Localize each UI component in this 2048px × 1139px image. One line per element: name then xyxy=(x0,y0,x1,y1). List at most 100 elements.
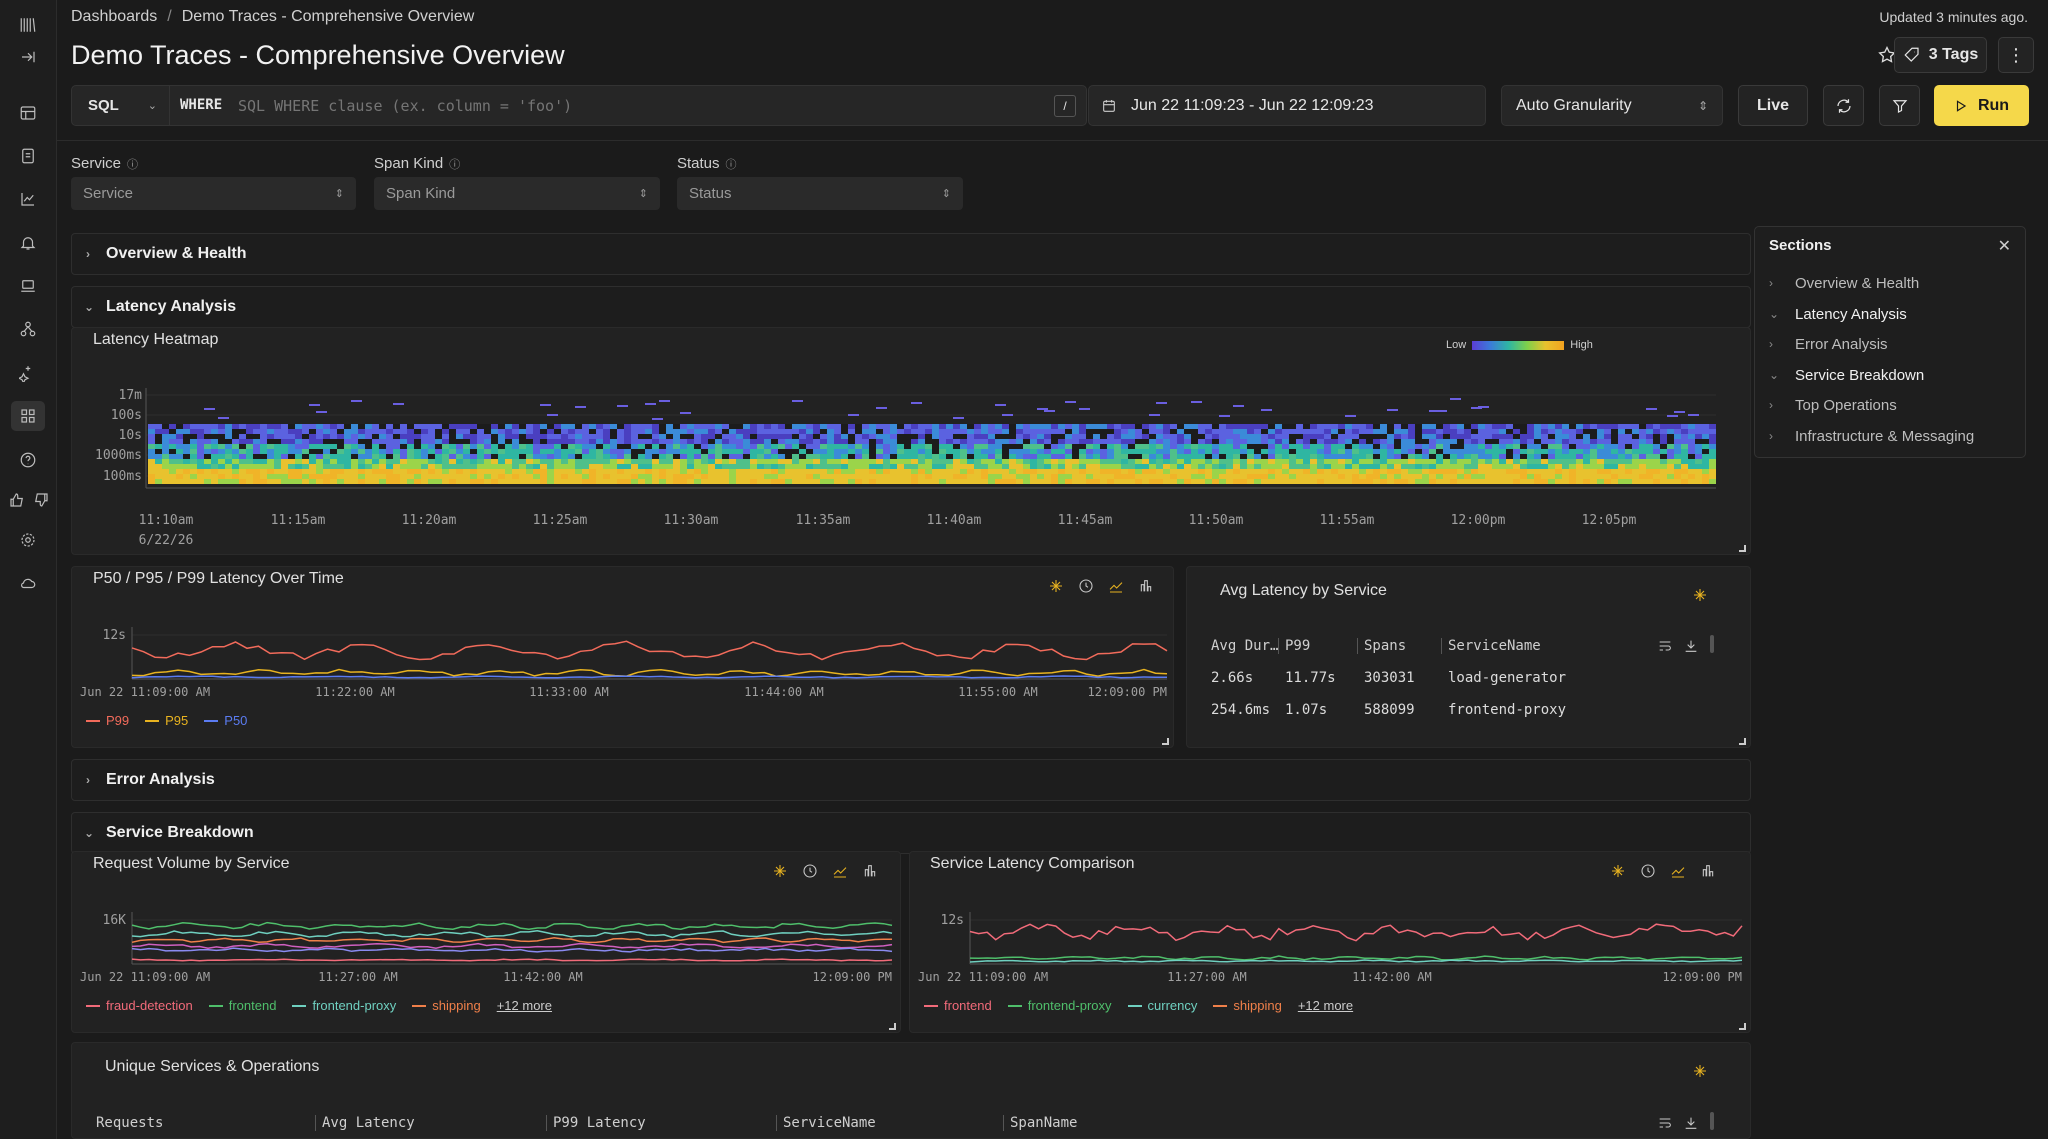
span-kind-filter-select[interactable]: Span Kind ⇕ xyxy=(374,177,660,210)
legend-item[interactable]: shipping xyxy=(412,998,481,1013)
heatmap-cell xyxy=(225,454,232,459)
legend-item[interactable]: P50 xyxy=(204,713,247,728)
legend-item[interactable]: frontend xyxy=(208,998,276,1013)
section-service-breakdown[interactable]: ⌄ Service Breakdown xyxy=(71,812,1751,854)
column-header[interactable]: Spans xyxy=(1357,638,1406,654)
help-icon[interactable] xyxy=(17,449,39,471)
bell-icon[interactable] xyxy=(17,232,39,254)
heatmap-cell xyxy=(1618,459,1625,464)
heatmap-cell xyxy=(1079,429,1086,434)
heatmap-cell xyxy=(505,479,512,484)
legend-item[interactable]: frontend-proxy xyxy=(1007,998,1112,1013)
legend-item[interactable]: fraud-detection xyxy=(86,998,193,1013)
tags-button[interactable]: 3 Tags xyxy=(1894,37,1987,73)
heatmap-cell xyxy=(1198,434,1205,439)
section-latency-analysis[interactable]: ⌄ Latency Analysis xyxy=(71,286,1751,328)
resize-handle[interactable] xyxy=(889,1023,896,1030)
heatmap-cell xyxy=(1597,459,1604,464)
cloud-icon[interactable] xyxy=(17,572,39,594)
legend-more-link[interactable]: +12 more xyxy=(1298,998,1353,1013)
service-filter-select[interactable]: Service ⇕ xyxy=(71,177,356,210)
filter-icon[interactable] xyxy=(1879,85,1920,126)
time-range-picker[interactable]: Jun 22 11:09:23 - Jun 22 12:09:23 xyxy=(1088,85,1486,126)
resize-handle[interactable] xyxy=(1739,1023,1746,1030)
heatmap-cell xyxy=(764,474,771,479)
app-logo-icon[interactable] xyxy=(15,12,41,38)
column-header[interactable]: Avg Latency xyxy=(315,1115,415,1131)
sparkles-icon[interactable] xyxy=(1692,587,1710,605)
column-header[interactable]: P99 Latency xyxy=(546,1115,646,1131)
breadcrumb-root-link[interactable]: Dashboards xyxy=(71,8,157,26)
wrap-text-icon[interactable] xyxy=(1657,638,1675,656)
heatmap-cell xyxy=(1086,439,1093,444)
column-header[interactable]: Requests xyxy=(96,1115,163,1131)
heatmap-cell xyxy=(841,424,848,429)
heatmap-cell xyxy=(988,424,995,429)
legend-item[interactable]: P95 xyxy=(145,713,188,728)
scrollbar[interactable] xyxy=(1710,1112,1714,1130)
heatmap-cell xyxy=(764,439,771,444)
column-header[interactable]: SpanName xyxy=(1003,1115,1077,1131)
column-header[interactable]: ServiceName xyxy=(776,1115,876,1131)
heatmap-cell xyxy=(1212,464,1219,469)
saved-search-icon[interactable] xyxy=(17,145,39,167)
heatmap-cell xyxy=(197,469,204,474)
heatmap-cell xyxy=(1331,424,1338,429)
section-overview-health[interactable]: › Overview & Health xyxy=(71,233,1751,275)
resize-handle[interactable] xyxy=(1739,545,1746,552)
where-clause-input[interactable] xyxy=(238,92,1018,120)
download-icon[interactable] xyxy=(1683,1115,1701,1133)
heatmap-cell xyxy=(918,439,925,444)
heatmap-cell xyxy=(834,459,841,464)
heatmap-cell xyxy=(330,434,337,439)
legend-item[interactable]: P99 xyxy=(86,713,129,728)
legend-item[interactable]: shipping xyxy=(1213,998,1282,1013)
heatmap-cell xyxy=(1562,474,1569,479)
scrollbar[interactable] xyxy=(1710,635,1714,653)
heatmap-cell xyxy=(1128,454,1135,459)
sparkles-icon[interactable] xyxy=(17,362,39,384)
heatmap-cell xyxy=(449,464,456,469)
heatmap-cell xyxy=(715,464,722,469)
wrap-text-icon[interactable] xyxy=(1657,1115,1675,1133)
thumbs-down-icon[interactable] xyxy=(30,489,52,511)
resize-handle[interactable] xyxy=(1162,738,1169,745)
laptop-icon[interactable] xyxy=(17,275,39,297)
granularity-select[interactable]: Auto Granularity ⇕ xyxy=(1501,85,1723,126)
download-icon[interactable] xyxy=(1683,638,1701,656)
run-button[interactable]: Run xyxy=(1934,85,2029,126)
status-filter-select[interactable]: Status ⇕ xyxy=(677,177,963,210)
close-icon[interactable]: ✕ xyxy=(1998,236,2011,256)
heatmap-cell xyxy=(407,444,414,449)
query-language-select[interactable]: SQL ⌄ xyxy=(72,86,170,125)
service-map-icon[interactable] xyxy=(17,318,39,340)
legend-more-link[interactable]: +12 more xyxy=(497,998,552,1013)
refresh-icon[interactable] xyxy=(1823,85,1864,126)
settings-gear-icon[interactable] xyxy=(17,529,39,551)
section-error-analysis[interactable]: › Error Analysis xyxy=(71,759,1751,801)
heatmap-cell xyxy=(1345,449,1352,454)
live-button[interactable]: Live xyxy=(1738,85,1808,126)
heatmap-cell xyxy=(1324,449,1331,454)
more-options-icon[interactable]: ⋮ xyxy=(1998,37,2034,73)
heatmap-cell xyxy=(932,444,939,449)
heatmap-cell xyxy=(1128,429,1135,434)
legend-item[interactable]: frontend xyxy=(924,998,992,1013)
column-header[interactable]: ServiceName xyxy=(1441,638,1541,654)
legend-item[interactable]: frontend-proxy xyxy=(292,998,396,1013)
heatmap-cell xyxy=(218,429,225,434)
heatmap-cell xyxy=(512,429,519,434)
heatmap-cell xyxy=(960,429,967,434)
table-icon[interactable] xyxy=(17,102,39,124)
column-header[interactable]: Avg Dur… xyxy=(1211,638,1278,654)
resize-handle[interactable] xyxy=(1739,738,1746,745)
dashboards-icon[interactable] xyxy=(11,401,45,431)
legend-item[interactable]: currency xyxy=(1127,998,1197,1013)
chart-icon[interactable] xyxy=(17,188,39,210)
thumbs-up-icon[interactable] xyxy=(6,489,28,511)
expand-sidebar-icon[interactable] xyxy=(17,46,39,68)
sparkles-icon[interactable] xyxy=(1692,1063,1710,1081)
heatmap-cell xyxy=(1541,434,1548,439)
column-header[interactable]: P99 xyxy=(1278,638,1310,654)
heatmap-cell xyxy=(1198,424,1205,429)
